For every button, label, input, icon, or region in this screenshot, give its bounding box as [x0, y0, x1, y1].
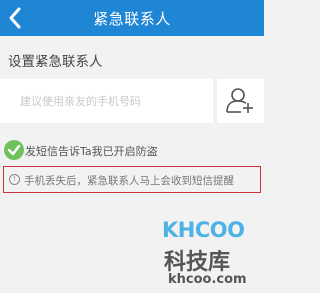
phone-number-input[interactable] [0, 79, 213, 123]
add-contact-icon [226, 88, 253, 113]
watermark: KHCOO 科技库 khcoo.com [150, 218, 262, 293]
notice-box: ! 手机丢失后，紧急联系人马上会收到短信提醒 [3, 166, 261, 193]
sms-notify-option[interactable]: 发短信告诉Ta我已开启防盗 [4, 139, 254, 161]
info-icon: ! [9, 174, 20, 185]
section-title: 设置紧急联系人 [8, 54, 103, 70]
sms-notify-label: 发短信告诉Ta我已开启防盗 [25, 145, 158, 158]
notice-text: 手机丢失后，紧急联系人马上会收到短信提醒 [24, 175, 234, 187]
watermark-url: khcoo.com [168, 272, 247, 287]
page-title: 紧急联系人 [93, 10, 171, 28]
check-icon[interactable] [4, 140, 24, 160]
top-bar: 紧急联系人 [0, 0, 264, 36]
pick-contact-button[interactable] [217, 79, 264, 123]
watermark-logo: KHCOO [162, 218, 245, 242]
phone-input-row [0, 79, 264, 123]
